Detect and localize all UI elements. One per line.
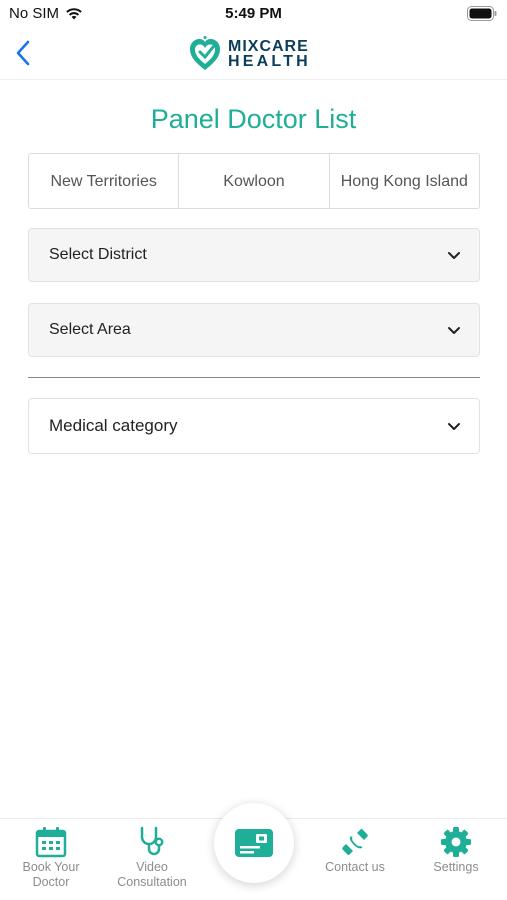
phone-icon	[338, 825, 372, 859]
medical-category-select[interactable]: Medical category	[28, 398, 480, 454]
tab-label: Contact us	[325, 860, 385, 874]
medical-category-label: Medical category	[49, 416, 178, 435]
tab-settings[interactable]: Settings	[411, 819, 501, 900]
stethoscope-icon	[135, 825, 169, 859]
status-time: 5:49 PM	[225, 5, 282, 22]
battery-icon	[467, 6, 497, 21]
heart-logo-icon	[190, 36, 220, 70]
chevron-down-icon	[447, 248, 461, 262]
nav-header: MIXCARE HEALTH	[0, 30, 507, 80]
logo-line2: HEALTH	[228, 53, 311, 70]
tab-label: Video Consultation	[117, 860, 187, 889]
chevron-left-icon	[16, 40, 30, 66]
area-select[interactable]: Select Area	[28, 303, 480, 357]
chevron-down-icon	[447, 323, 461, 337]
district-select[interactable]: Select District	[28, 228, 480, 282]
divider	[28, 377, 480, 378]
status-bar: No SIM 5:49 PM	[0, 0, 507, 30]
tab-contact-us[interactable]: Contact us	[310, 819, 400, 900]
area-select-label: Select Area	[49, 321, 131, 338]
logo-text: MIXCARE HEALTH	[228, 38, 311, 70]
tab-new-territories[interactable]: New Territories	[29, 154, 179, 208]
calendar-icon	[34, 825, 68, 859]
tab-hong-kong-island[interactable]: Hong Kong Island	[328, 154, 479, 208]
page-title: Panel Doctor List	[150, 104, 357, 134]
back-button[interactable]	[8, 36, 38, 70]
screen: No SIM 5:49 PM MIXCARE HEALTH Panel Doct…	[0, 0, 507, 900]
bottom-tab-bar: Book Your Doctor Video Consultation Cont…	[0, 803, 507, 900]
tab-video-consultation[interactable]: Video Consultation	[107, 819, 197, 900]
chevron-down-icon	[447, 419, 461, 433]
district-select-label: Select District	[49, 246, 147, 263]
logo-line1: MIXCARE	[228, 38, 309, 55]
mixcare-logo: MIXCARE HEALTH	[188, 34, 311, 74]
region-tabs: New Territories Kowloon Hong Kong Island	[28, 153, 480, 209]
tab-label: Book Your Doctor	[22, 860, 80, 889]
tab-kowloon[interactable]: Kowloon	[178, 154, 329, 208]
gear-icon	[439, 825, 473, 859]
tab-book-your-doctor[interactable]: Book Your Doctor	[6, 819, 96, 900]
tab-label: Settings	[433, 860, 479, 874]
member-card-icon	[235, 829, 273, 857]
member-card-button[interactable]	[214, 803, 294, 883]
